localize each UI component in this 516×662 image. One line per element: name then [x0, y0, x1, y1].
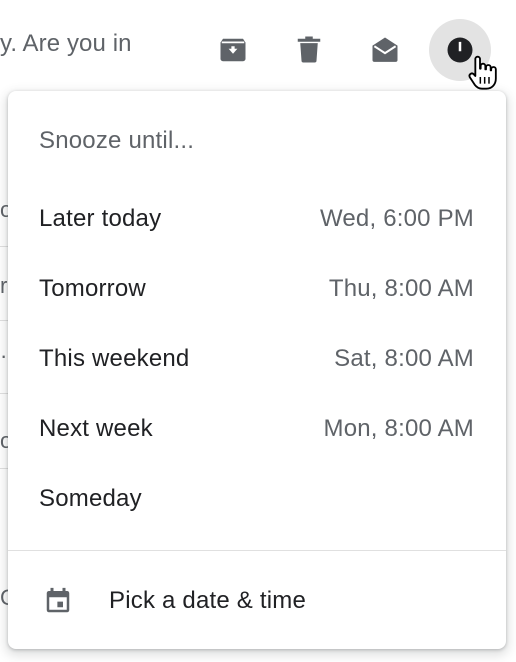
message-toolbar [205, 19, 491, 81]
snooze-option-time: Sat, 8:00 AM [334, 345, 474, 372]
mark-read-button[interactable] [357, 22, 413, 78]
snooze-option-time: Wed, 6:00 PM [319, 205, 474, 232]
trash-icon [294, 35, 324, 65]
background-row-fragment: r [0, 273, 8, 298]
snooze-option-time: Mon, 8:00 AM [323, 415, 474, 442]
snooze-menu-heading: Snooze until... [39, 127, 195, 154]
pick-date-time-option[interactable]: Pick a date & time [8, 566, 506, 636]
background-row-divider [0, 468, 8, 469]
menu-divider [8, 550, 506, 551]
calendar-icon [41, 584, 75, 618]
snooze-option-tomorrow[interactable]: Tomorrow Thu, 8:00 AM [8, 254, 506, 324]
snooze-option-label: This weekend [39, 345, 190, 372]
snooze-option-later-today[interactable]: Later today Wed, 6:00 PM [8, 184, 506, 254]
snooze-option-label: Next week [39, 415, 153, 442]
hand-cursor-icon [462, 52, 502, 92]
background-row-divider [0, 393, 8, 394]
snooze-option-label: Someday [39, 485, 142, 512]
snooze-option-this-weekend[interactable]: This weekend Sat, 8:00 AM [8, 324, 506, 394]
background-row-fragment: · [0, 343, 8, 368]
background-row-divider [0, 320, 8, 321]
snooze-options-list: Later today Wed, 6:00 PM Tomorrow Thu, 8… [8, 184, 506, 534]
pick-date-time-label: Pick a date & time [109, 587, 307, 614]
email-preview-text: y. Are you in [0, 30, 132, 57]
snooze-option-someday[interactable]: Someday [8, 464, 506, 534]
archive-button[interactable] [205, 22, 261, 78]
snooze-menu: Snooze until... Later today Wed, 6:00 PM… [8, 91, 506, 649]
snooze-option-next-week[interactable]: Next week Mon, 8:00 AM [8, 394, 506, 464]
snooze-option-label: Later today [39, 205, 162, 232]
delete-button[interactable] [281, 22, 337, 78]
snooze-option-time: Thu, 8:00 AM [328, 275, 474, 302]
snooze-option-label: Tomorrow [39, 275, 146, 302]
archive-icon [218, 35, 248, 65]
background-row-divider [0, 246, 8, 247]
mail-open-icon [369, 35, 401, 65]
